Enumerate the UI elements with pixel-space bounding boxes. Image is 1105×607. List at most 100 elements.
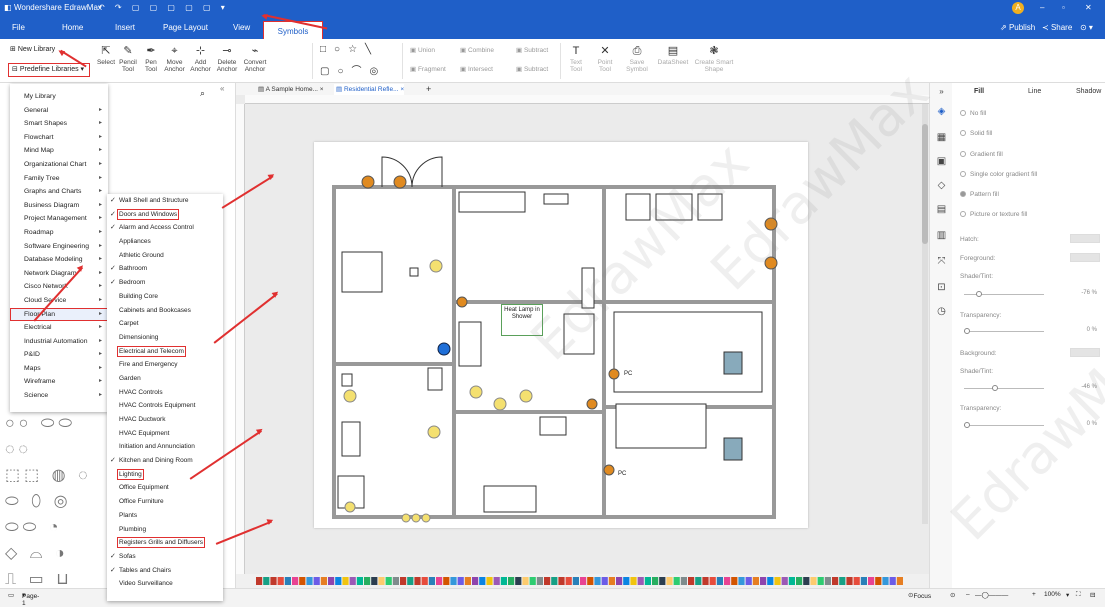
- tab-shadow[interactable]: Shadow: [1076, 88, 1101, 95]
- transparency-slider[interactable]: [964, 328, 1044, 334]
- library-item-flowchart[interactable]: Flowchart ▸: [10, 131, 108, 145]
- color-swatch[interactable]: [803, 577, 810, 585]
- submenu-item-sofas[interactable]: ✓ Sofas: [107, 550, 223, 564]
- color-swatch[interactable]: [500, 577, 507, 585]
- submenu-item-bathroom[interactable]: ✓ Bathroom: [107, 262, 223, 276]
- pattern-fill-option[interactable]: Pattern fill: [960, 191, 999, 198]
- color-swatch[interactable]: [637, 577, 644, 585]
- color-swatch[interactable]: [558, 577, 565, 585]
- doc-tab-residential[interactable]: ▤ Residential Refle... ×: [334, 84, 405, 95]
- zoom-slider[interactable]: —◯———: [975, 591, 1008, 599]
- color-swatch[interactable]: [486, 577, 493, 585]
- submenu-item-registers-grills-and-diffusers[interactable]: Registers Grills and Diffusers: [107, 536, 223, 550]
- library-item-business-diagram[interactable]: Business Diagram ▸: [10, 199, 108, 213]
- color-swatch[interactable]: [659, 577, 666, 585]
- submenu-item-building-core[interactable]: Building Core: [107, 290, 223, 304]
- library-item-wireframe[interactable]: Wireframe ▸: [10, 375, 108, 389]
- color-swatch[interactable]: [666, 577, 673, 585]
- tab-insert[interactable]: Insert: [115, 23, 135, 32]
- color-swatch[interactable]: [443, 577, 450, 585]
- submenu-item-hvac-equipment[interactable]: HVAC Equipment: [107, 427, 223, 441]
- color-swatch[interactable]: [349, 577, 356, 585]
- color-swatch[interactable]: [817, 577, 824, 585]
- color-swatch[interactable]: [781, 577, 788, 585]
- fit-page-icon[interactable]: ⛶: [1076, 591, 1081, 599]
- foreground-color[interactable]: [1070, 253, 1100, 262]
- help-icon[interactable]: ⊙ ▾: [1080, 23, 1093, 32]
- submenu-item-video-surveillance[interactable]: Video Surveillance: [107, 577, 223, 591]
- color-swatch[interactable]: [256, 577, 263, 585]
- color-swatch[interactable]: [464, 577, 471, 585]
- color-swatch[interactable]: [292, 577, 299, 585]
- color-swatch[interactable]: [320, 577, 327, 585]
- color-swatch[interactable]: [572, 577, 579, 585]
- maximize-icon[interactable]: ▫: [1062, 3, 1065, 12]
- submenu-item-alarm-and-access-control[interactable]: ✓ Alarm and Access Control: [107, 221, 223, 235]
- library-item-organizational-chart[interactable]: Organizational Chart ▸: [10, 158, 108, 172]
- color-swatch[interactable]: [839, 577, 846, 585]
- color-swatch[interactable]: [551, 577, 558, 585]
- submenu-item-plants[interactable]: Plants: [107, 509, 223, 523]
- submenu-item-hvac-controls[interactable]: HVAC Controls: [107, 386, 223, 400]
- zoom-out-icon[interactable]: –: [966, 591, 970, 598]
- library-item-p-id[interactable]: P&ID ▸: [10, 348, 108, 362]
- color-swatch[interactable]: [695, 577, 702, 585]
- present-icon[interactable]: ⊡: [935, 281, 948, 294]
- color-swatch[interactable]: [392, 577, 399, 585]
- color-swatch[interactable]: [407, 577, 414, 585]
- color-swatch[interactable]: [400, 577, 407, 585]
- color-swatch[interactable]: [479, 577, 486, 585]
- submenu-item-dimensioning[interactable]: Dimensioning: [107, 331, 223, 345]
- color-swatch[interactable]: [738, 577, 745, 585]
- color-swatch[interactable]: [630, 577, 637, 585]
- color-palette-bar[interactable]: [236, 574, 929, 588]
- hatch-select[interactable]: [1070, 234, 1100, 243]
- single-gradient-option[interactable]: Single color gradient fill: [960, 171, 1037, 178]
- submenu-item-office-furniture[interactable]: Office Furniture: [107, 495, 223, 509]
- library-item-my-library[interactable]: My Library: [10, 90, 108, 104]
- library-item-database-modeling[interactable]: Database Modeling ▸: [10, 253, 108, 267]
- color-swatch[interactable]: [760, 577, 767, 585]
- library-item-roadmap[interactable]: Roadmap ▸: [10, 226, 108, 240]
- color-swatch[interactable]: [529, 577, 536, 585]
- save-symbol-button[interactable]: ⎙ Save Symbol: [624, 45, 650, 73]
- color-swatch[interactable]: [824, 577, 831, 585]
- datasheet-button[interactable]: ▤ DataSheet: [657, 45, 689, 66]
- history-icon[interactable]: ◷: [935, 305, 948, 318]
- solid-fill-option[interactable]: Solid fill: [960, 130, 992, 137]
- create-smart-shape-button[interactable]: ❃ Create Smart Shape: [693, 45, 735, 73]
- color-swatch[interactable]: [810, 577, 817, 585]
- move-anchor-button[interactable]: ⌖ Move Anchor: [162, 45, 187, 73]
- library-item-project-management[interactable]: Project Management ▸: [10, 212, 108, 226]
- tab-symbols[interactable]: Symbols: [263, 21, 323, 40]
- fullscreen-icon[interactable]: ⊟: [1090, 591, 1095, 599]
- color-swatch[interactable]: [673, 577, 680, 585]
- color-swatch[interactable]: [515, 577, 522, 585]
- library-item-smart-shapes[interactable]: Smart Shapes ▸: [10, 117, 108, 131]
- select-tool[interactable]: ⇱ Select: [92, 45, 120, 66]
- tab-file[interactable]: File: [12, 23, 25, 32]
- color-swatch[interactable]: [702, 577, 709, 585]
- shade-tint-value[interactable]: -76 %: [1067, 290, 1097, 296]
- submenu-item-tables-and-chairs[interactable]: ✓ Tables and Chairs: [107, 564, 223, 578]
- color-swatch[interactable]: [774, 577, 781, 585]
- color-swatch[interactable]: [306, 577, 313, 585]
- color-swatch[interactable]: [680, 577, 687, 585]
- color-swatch[interactable]: [623, 577, 630, 585]
- submenu-item-lighting[interactable]: Lighting: [107, 468, 223, 482]
- color-swatch[interactable]: [709, 577, 716, 585]
- library-item-mind-map[interactable]: Mind Map ▸: [10, 144, 108, 158]
- shape-preview-grid[interactable]: ○○ ⬭⬭ ◌◌ ⬚⬚ ◍ ◌ ⬭ ⬯ ◎ ⬭⬭ ◔ ◇ ⌓ ◑ ⎍ ▭ ⊔: [5, 411, 109, 588]
- pencil-tool[interactable]: ✎ Pencil Tool: [117, 45, 139, 73]
- share-button[interactable]: ≺ Share: [1042, 23, 1072, 32]
- color-swatch[interactable]: [522, 577, 529, 585]
- color-swatch[interactable]: [846, 577, 853, 585]
- color-swatch[interactable]: [594, 577, 601, 585]
- tab-view[interactable]: View: [233, 23, 250, 32]
- pen-tool[interactable]: ✒ Pen Tool: [140, 45, 162, 73]
- submenu-item-hvac-controls-equipment[interactable]: HVAC Controls Equipment: [107, 399, 223, 413]
- submenu-item-electrical-and-telecom[interactable]: Electrical and Telecom: [107, 345, 223, 359]
- library-item-science[interactable]: Science ▸: [10, 389, 108, 403]
- library-item-cloud-service[interactable]: Cloud Service ▸: [10, 294, 108, 308]
- color-swatch[interactable]: [544, 577, 551, 585]
